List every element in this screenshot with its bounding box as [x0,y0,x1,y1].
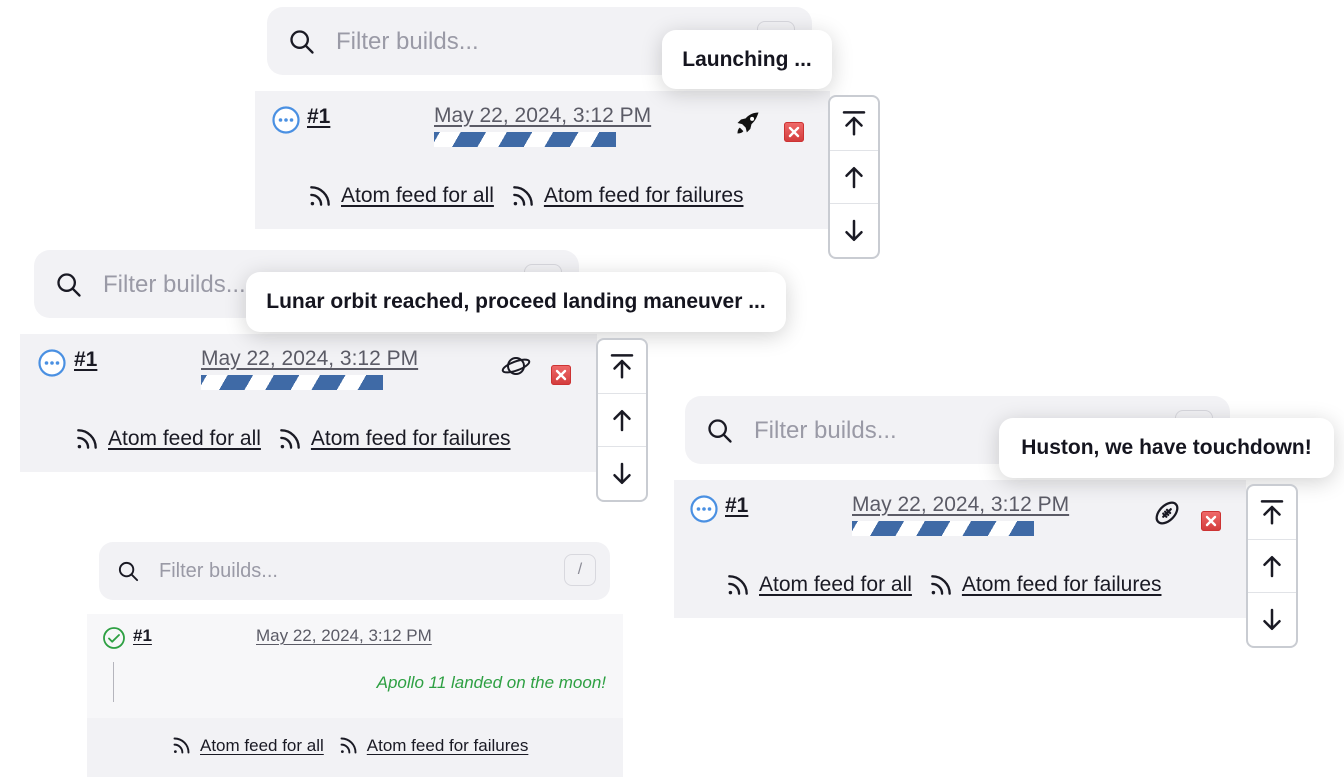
rss-icon [513,186,533,206]
stop-icon [1205,515,1217,527]
build-number-link[interactable]: #1 [307,105,330,129]
rss-icon [310,186,330,206]
feed-links: Atom feed for all Atom feed for failures [725,572,1162,598]
build-card: #1 May 22, 2024, 3:12 PM Apollo 11 lande… [87,614,623,777]
build-description: Apollo 11 landed on the moon! [376,673,606,692]
feed-all-link[interactable]: Atom feed for all [171,735,324,756]
search-bar[interactable]: Filter builds... / [99,542,610,600]
build-card: #1 May 22, 2024, 3:12 PM Atom feed for a… [20,334,597,472]
scroll-down-button[interactable] [598,446,646,500]
build-number-link[interactable]: #1 [133,626,152,646]
build-card: #1 May 22, 2024, 3:12 PM Atom feed for a… [674,480,1246,618]
status-tooltip: Huston, we have touchdown! [999,418,1334,478]
scroll-top-button[interactable] [1248,486,1296,539]
build-number-link[interactable]: #1 [74,348,97,372]
scroll-top-icon [610,354,634,379]
rss-icon [340,737,357,754]
stop-icon [555,369,567,381]
arrow-down-icon [613,462,631,484]
build-progress-bar [434,132,616,147]
stop-icon [788,126,800,138]
feed-all-link[interactable]: Atom feed for all [725,572,912,598]
scroll-top-icon [1260,500,1284,525]
feed-failures-link[interactable]: Atom feed for failures [338,735,529,756]
feed-failures-label: Atom feed for failures [543,184,744,207]
feed-failures-link[interactable]: Atom feed for failures [928,572,1162,598]
search-input[interactable]: Filter builds... [336,28,479,56]
rss-icon [77,429,97,449]
feed-all-link[interactable]: Atom feed for all [74,426,261,452]
build-date-link[interactable]: May 22, 2024, 3:12 PM [852,493,1069,517]
rocket-icon [737,112,759,134]
scroll-top-button[interactable] [598,340,646,393]
feed-failures-link[interactable]: Atom feed for failures [277,426,511,452]
arrow-up-icon [1263,556,1281,578]
feed-links: Atom feed for all Atom feed for failures [307,183,744,209]
scroll-up-button[interactable] [1248,538,1296,593]
search-input[interactable]: Filter builds... [159,560,278,583]
scroll-up-button[interactable] [830,149,878,204]
feed-links: Atom feed for all Atom feed for failures [74,426,511,452]
spinner-dots-icon [272,106,300,134]
build-date-link[interactable]: May 22, 2024, 3:12 PM [256,626,432,646]
feed-failures-label: Atom feed for failures [310,427,511,450]
scroll-down-button[interactable] [830,203,878,257]
build-number-link[interactable]: #1 [725,494,748,518]
feed-all-link[interactable]: Atom feed for all [307,183,494,209]
football-icon [1155,501,1179,525]
search-icon [118,561,139,582]
stop-button[interactable] [784,122,804,142]
scroll-nav [1246,484,1298,648]
rss-icon [173,737,190,754]
check-circle-icon [103,627,125,649]
feed-failures-link[interactable]: Atom feed for failures [510,183,744,209]
arrow-up-icon [613,410,631,432]
planet-icon [501,357,531,375]
search-shortcut-badge: / [564,554,596,586]
search-icon [57,273,81,297]
scroll-up-button[interactable] [598,392,646,447]
feed-all-label: Atom feed for all [341,184,494,207]
scroll-down-button[interactable] [1248,592,1296,646]
search-input[interactable]: Filter builds... [754,417,897,445]
feed-failures-label: Atom feed for failures [961,573,1162,596]
feed-links: Atom feed for all Atom feed for failures [171,735,528,756]
feed-all-label: Atom feed for all [108,427,261,450]
rss-icon [931,575,951,595]
build-date-link[interactable]: May 22, 2024, 3:12 PM [434,104,651,128]
search-icon [290,30,314,54]
search-input[interactable]: Filter builds... [103,271,246,299]
status-tooltip: Lunar orbit reached, proceed landing man… [246,272,786,332]
arrow-up-icon [845,167,863,189]
search-icon [708,419,732,443]
feed-all-label: Atom feed for all [200,735,324,755]
rss-icon [280,429,300,449]
build-progress-bar [852,521,1034,536]
stop-button[interactable] [1201,511,1221,531]
arrow-down-icon [845,219,863,241]
spinner-dots-icon [690,495,718,523]
build-card: #1 May 22, 2024, 3:12 PM Atom feed for a… [255,91,830,229]
description-divider [113,662,114,702]
scroll-top-button[interactable] [830,97,878,150]
build-date-link[interactable]: May 22, 2024, 3:12 PM [201,347,418,371]
status-tooltip: Launching ... [662,30,832,89]
arrow-down-icon [1263,608,1281,630]
spinner-dots-icon [38,349,66,377]
scroll-nav [828,95,880,259]
feed-failures-label: Atom feed for failures [366,735,529,755]
scroll-top-icon [842,111,866,136]
rss-icon [728,575,748,595]
scroll-nav [596,338,648,502]
build-progress-bar [201,375,383,390]
feed-all-label: Atom feed for all [759,573,912,596]
stop-button[interactable] [551,365,571,385]
